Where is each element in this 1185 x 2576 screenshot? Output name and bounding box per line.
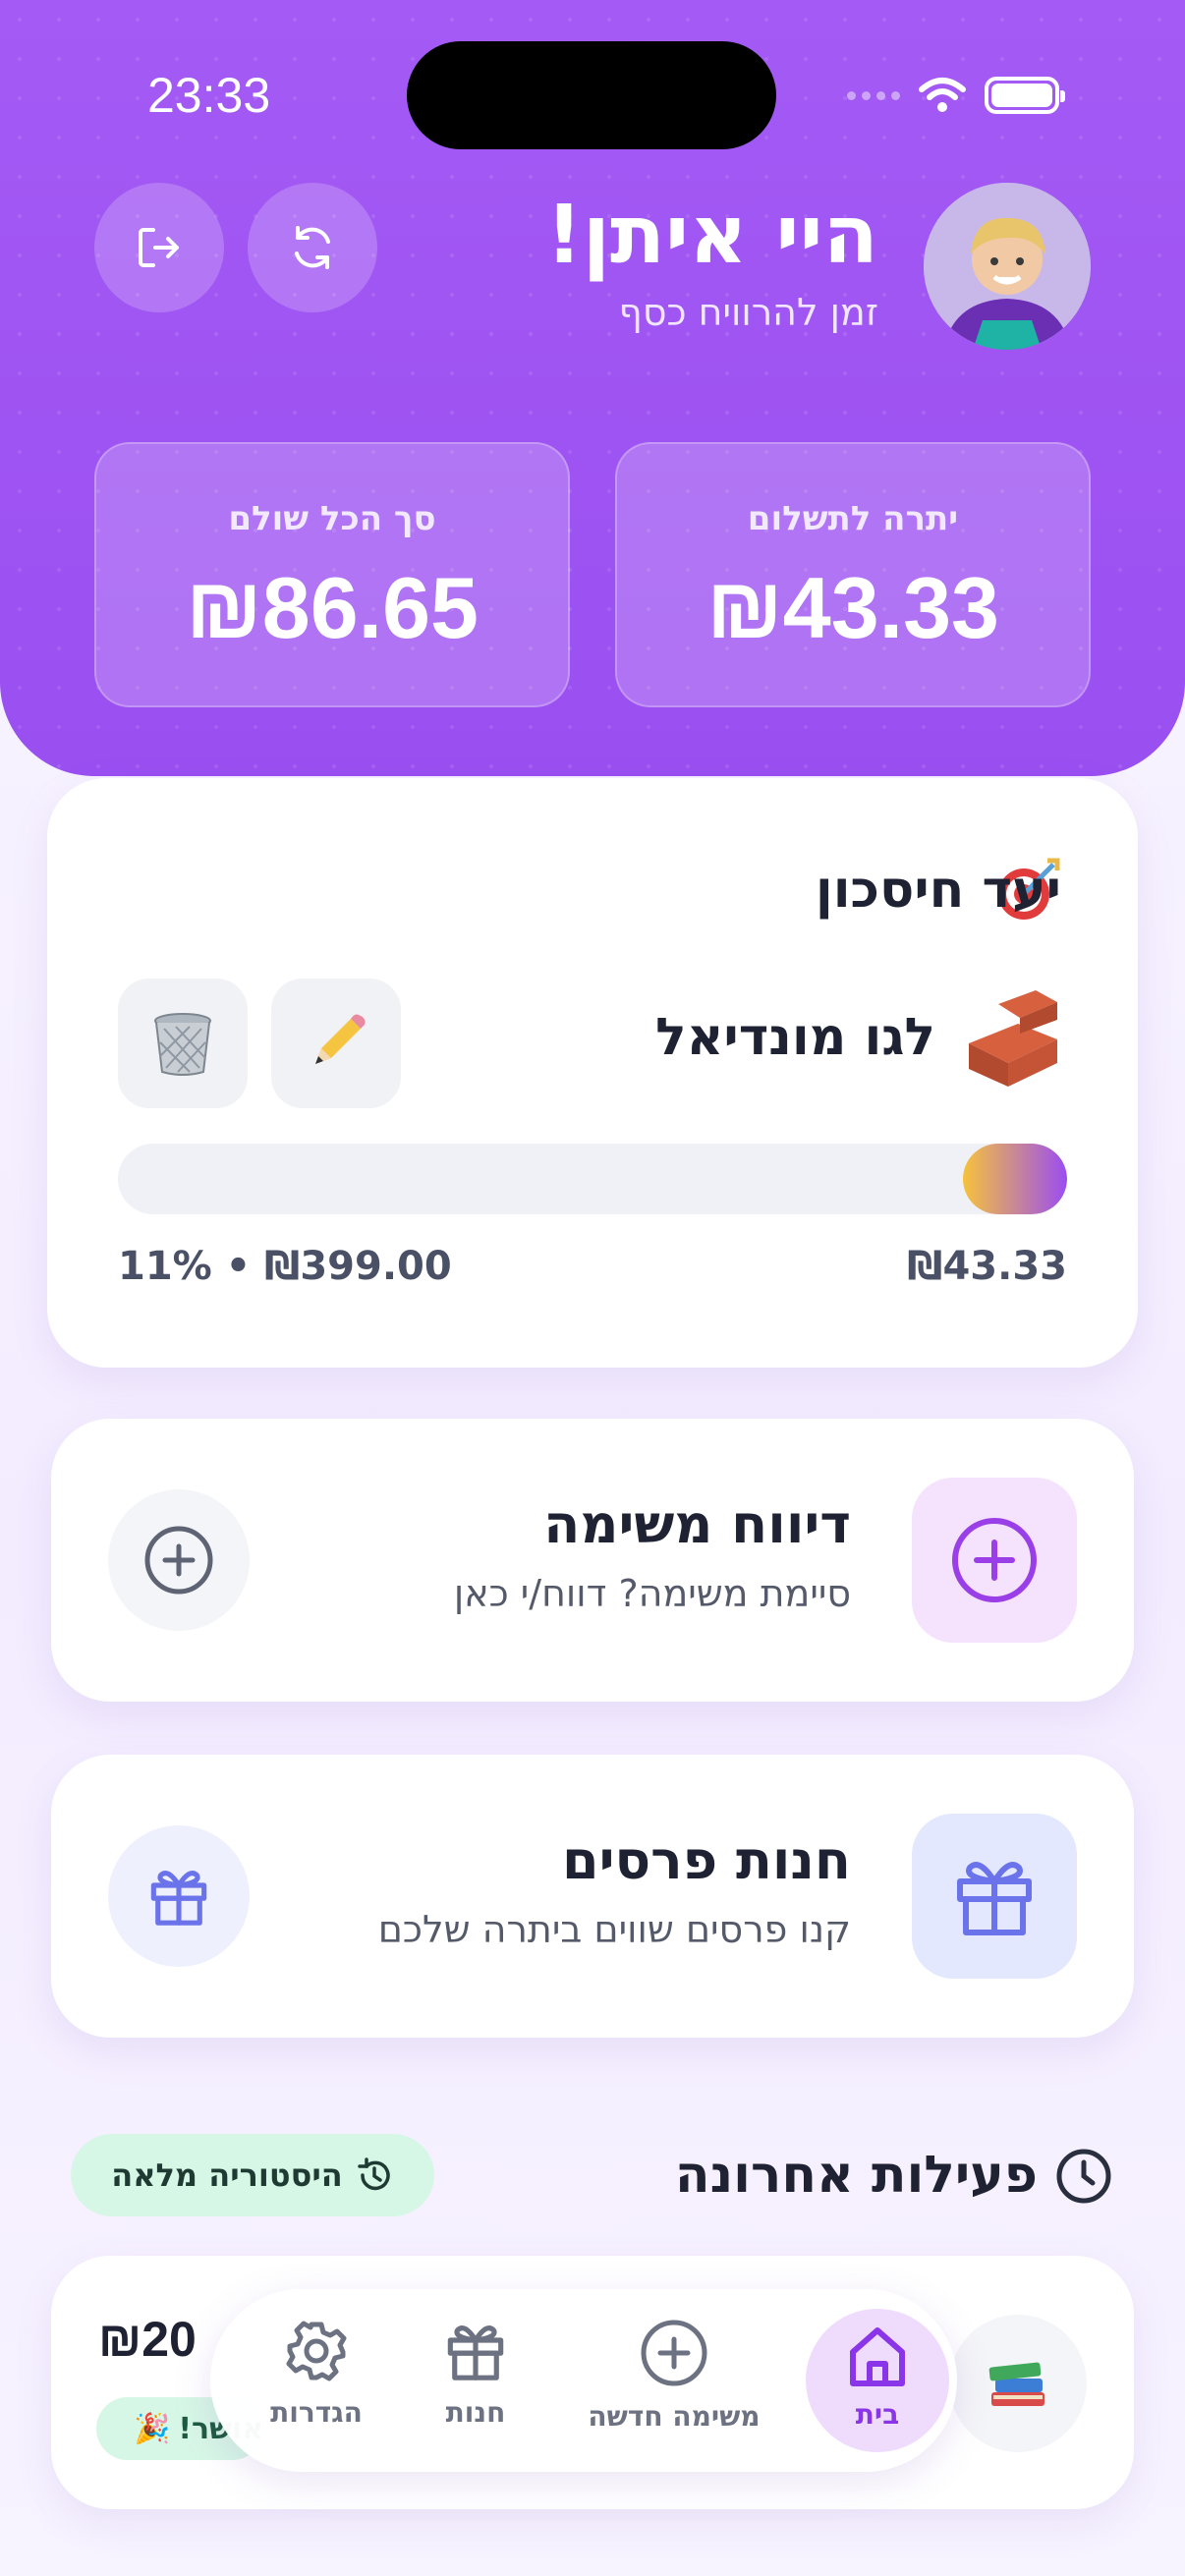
edit-goal-button[interactable] [271, 979, 401, 1108]
recent-activity-title: פעילות אחרונה [674, 2146, 1038, 2205]
full-history-label: היסטוריה מלאה [111, 2156, 343, 2194]
savings-goal-name: לגו מונדיאל [655, 1008, 935, 1067]
total-paid-card: סך הכל שולם ₪86.65 [94, 442, 570, 707]
status-icons [847, 71, 1083, 120]
nav-home[interactable]: בית [806, 2309, 949, 2452]
party-icon: 🎉 [134, 2411, 171, 2446]
logout-button[interactable] [94, 183, 224, 312]
nav-new-task-label: משימה חדשה [588, 2400, 761, 2433]
nav-shop[interactable]: חנות [417, 2319, 535, 2429]
gift-icon [150, 1871, 207, 1926]
savings-goal-title: יעד חיסכון [815, 861, 1061, 920]
balance-card: יתרה לתשלום ₪43.33 [615, 442, 1091, 707]
avatar[interactable] [924, 183, 1091, 350]
logout-icon [139, 228, 179, 267]
plus-circle-icon [952, 1518, 1037, 1602]
nav-shop-label: חנות [445, 2396, 506, 2429]
activity-book-icon-tile [949, 2315, 1087, 2452]
total-paid-label: סך הכל שולם [228, 499, 436, 538]
dynamic-island [407, 41, 776, 149]
report-task-title: דיווח משימה [543, 1493, 851, 1555]
refresh-icon [295, 226, 330, 269]
savings-progress-fill [962, 1144, 1067, 1214]
avatar-image [924, 183, 1091, 350]
prize-shop-title: חנות פרסים [561, 1829, 851, 1891]
battery-icon [985, 77, 1065, 114]
prize-shop-subtitle: קנו פרסים שווים ביתרה שלכם [377, 1908, 851, 1951]
plus-circle-icon [144, 1526, 213, 1595]
nav-settings[interactable]: הגדרות [257, 2319, 375, 2429]
gift-icon [957, 1862, 1032, 1935]
nav-new-task[interactable]: משימה חדשה [576, 2319, 772, 2433]
gear-icon [286, 2321, 347, 2381]
greeting-title: היי איתן! [545, 189, 878, 282]
history-icon [358, 2157, 390, 2191]
status-time: 23:33 [147, 68, 271, 123]
clock-icon [1055, 2148, 1112, 2209]
trash-icon [154, 1013, 211, 1076]
pencil-icon [315, 1014, 366, 1064]
home-icon [850, 2327, 905, 2386]
delete-goal-button[interactable] [118, 979, 248, 1108]
nav-home-label: בית [855, 2398, 900, 2431]
balance-value: ₪43.33 [706, 559, 999, 656]
prize-shop-icon-tile [912, 1814, 1077, 1979]
savings-progress-bar [118, 1144, 1067, 1214]
greeting-subtitle: זמן להרוויח כסף [618, 291, 878, 334]
balance-label: יתרה לתשלום [747, 499, 959, 538]
books-icon [988, 2362, 1044, 2406]
report-task-icon-tile [912, 1478, 1077, 1643]
prize-shop-open-button[interactable] [108, 1825, 250, 1967]
full-history-button[interactable]: היסטוריה מלאה [71, 2134, 434, 2216]
bottom-navigation: הגדרות חנות משימה חדשה בית [210, 2289, 957, 2472]
nav-settings-label: הגדרות [270, 2396, 363, 2429]
savings-current: ₪43.33 [907, 1244, 1067, 1289]
plus-circle-icon [641, 2320, 707, 2386]
report-task-subtitle: סיימת משימה? דווח/י כאן [453, 1572, 851, 1615]
gift-icon [447, 2325, 504, 2380]
signal-icon [847, 90, 900, 100]
report-task-add-button[interactable] [108, 1489, 250, 1631]
total-paid-value: ₪86.65 [186, 559, 479, 656]
activity-amount: ₪20 [98, 2312, 197, 2367]
wifi-icon [919, 78, 966, 112]
brick-icon [959, 984, 1067, 1096]
refresh-button[interactable] [248, 183, 377, 312]
savings-target: 11% • ₪399.00 [118, 1244, 452, 1289]
